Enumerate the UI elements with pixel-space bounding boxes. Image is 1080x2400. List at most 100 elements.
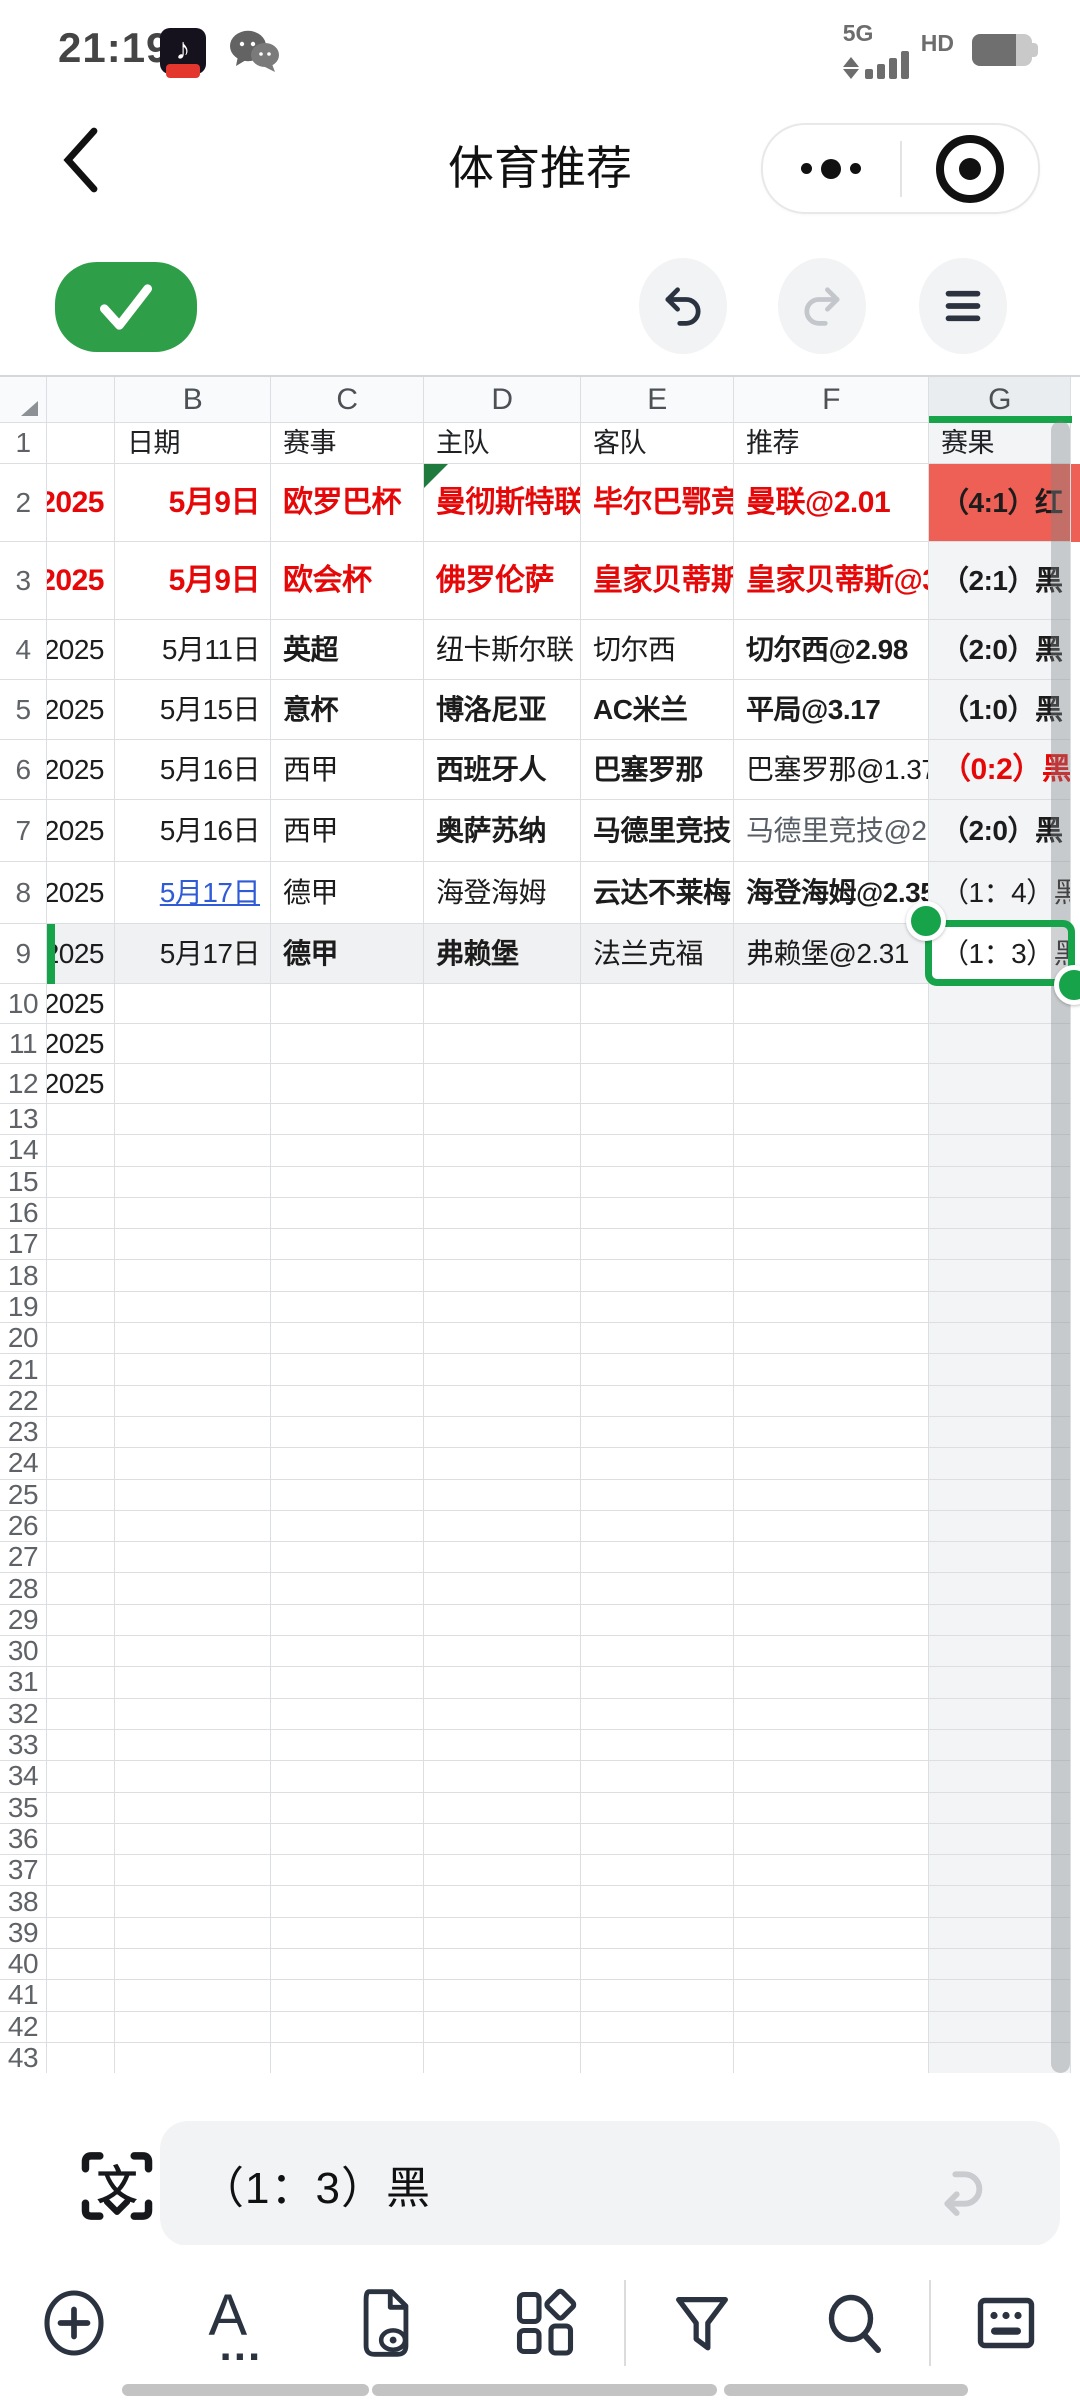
cell-D21[interactable] xyxy=(424,1354,581,1386)
cell-E39[interactable] xyxy=(581,1917,734,1950)
cell-A9[interactable]: 2025 xyxy=(47,924,115,984)
cell-D28[interactable] xyxy=(424,1573,581,1605)
cell-G11[interactable] xyxy=(929,1024,1071,1064)
column-header-C[interactable]: C xyxy=(271,377,424,423)
row-number-27[interactable]: 27 xyxy=(0,1542,47,1574)
cell-F26[interactable] xyxy=(734,1510,929,1543)
row-number-15[interactable]: 15 xyxy=(0,1166,47,1198)
row-number-14[interactable]: 14 xyxy=(0,1135,47,1167)
vertical-scrollbar[interactable] xyxy=(1051,421,1070,2073)
cell-D3[interactable]: 佛罗伦萨 xyxy=(424,542,581,620)
cell-B35[interactable] xyxy=(115,1792,271,1824)
cell-G40[interactable] xyxy=(929,1949,1071,1981)
cell-A16[interactable] xyxy=(47,1197,115,1230)
cell-G15[interactable] xyxy=(929,1166,1071,1198)
cell-B42[interactable] xyxy=(115,2011,271,2043)
cell-D39[interactable] xyxy=(424,1917,581,1950)
cell-C7[interactable]: 西甲 xyxy=(271,800,424,862)
row-number-33[interactable]: 33 xyxy=(0,1729,47,1762)
cell-B9[interactable]: 5月17日 xyxy=(115,924,271,984)
cell-F19[interactable] xyxy=(734,1291,929,1324)
filter-button[interactable] xyxy=(626,2263,778,2383)
cell-G41[interactable] xyxy=(929,1980,1071,2012)
cell-B23[interactable] xyxy=(115,1416,271,1449)
cell-C42[interactable] xyxy=(271,2011,424,2043)
cell-G6[interactable]: （0:2）黑 xyxy=(929,740,1071,800)
cell-C8[interactable]: 德甲 xyxy=(271,862,424,924)
cell-D31[interactable] xyxy=(424,1667,581,1699)
cell-E9[interactable]: 法兰克福 xyxy=(581,924,734,984)
cell-B43[interactable] xyxy=(115,2042,271,2075)
row-number-22[interactable]: 22 xyxy=(0,1385,47,1417)
cell-F35[interactable] xyxy=(734,1792,929,1824)
cell-F22[interactable] xyxy=(734,1385,929,1417)
more-button[interactable] xyxy=(763,125,900,212)
cell-D40[interactable] xyxy=(424,1949,581,1981)
cell-G30[interactable] xyxy=(929,1636,1071,1668)
cell-D35[interactable] xyxy=(424,1792,581,1824)
cell-A7[interactable]: 2025 xyxy=(47,800,115,862)
cell-A13[interactable] xyxy=(47,1104,115,1136)
cell-F13[interactable] xyxy=(734,1104,929,1136)
cell-A33[interactable] xyxy=(47,1729,115,1762)
cell-D2[interactable]: 曼彻斯特联 xyxy=(424,464,581,542)
cell-A6[interactable]: 2025 xyxy=(47,740,115,800)
confirm-button[interactable] xyxy=(55,262,197,352)
cell-E11[interactable] xyxy=(581,1024,734,1064)
cell-D38[interactable] xyxy=(424,1886,581,1918)
cell-E2[interactable]: 毕尔巴鄂竞技 xyxy=(581,464,734,542)
cell-F33[interactable] xyxy=(734,1729,929,1762)
cell-A22[interactable] xyxy=(47,1385,115,1417)
cell-C37[interactable] xyxy=(271,1855,424,1887)
cell-C33[interactable] xyxy=(271,1729,424,1762)
cell-F43[interactable] xyxy=(734,2042,929,2075)
cell-A43[interactable] xyxy=(47,2042,115,2075)
cell-B19[interactable] xyxy=(115,1291,271,1324)
cell-G18[interactable] xyxy=(929,1260,1071,1292)
cell-B14[interactable] xyxy=(115,1135,271,1167)
cell-C35[interactable] xyxy=(271,1792,424,1824)
cell-G39[interactable] xyxy=(929,1917,1071,1950)
cell-C23[interactable] xyxy=(271,1416,424,1449)
cell-D9[interactable]: 弗赖堡 xyxy=(424,924,581,984)
cell-A27[interactable] xyxy=(47,1542,115,1574)
search-button[interactable] xyxy=(778,2263,930,2383)
cell-D29[interactable] xyxy=(424,1604,581,1637)
cell-B1[interactable]: 日期 xyxy=(115,423,271,464)
cell-F42[interactable] xyxy=(734,2011,929,2043)
row-number-2[interactable]: 2 xyxy=(0,464,47,542)
cell-B32[interactable] xyxy=(115,1698,271,1730)
cell-C28[interactable] xyxy=(271,1573,424,1605)
cell-E16[interactable] xyxy=(581,1197,734,1230)
cell-D20[interactable] xyxy=(424,1323,581,1355)
cell-B25[interactable] xyxy=(115,1479,271,1511)
cell-G10[interactable] xyxy=(929,984,1071,1024)
cell-F38[interactable] xyxy=(734,1886,929,1918)
cell-E5[interactable]: AC米兰 xyxy=(581,680,734,740)
cell-G22[interactable] xyxy=(929,1385,1071,1417)
cell-C16[interactable] xyxy=(271,1197,424,1230)
cell-F8[interactable]: 海登海姆@2.35 xyxy=(734,862,929,924)
row-number-20[interactable]: 20 xyxy=(0,1323,47,1355)
cell-F9[interactable]: 弗赖堡@2.31 xyxy=(734,924,929,984)
cell-E14[interactable] xyxy=(581,1135,734,1167)
cell-F34[interactable] xyxy=(734,1761,929,1793)
row-number-16[interactable]: 16 xyxy=(0,1197,47,1230)
cell-A38[interactable] xyxy=(47,1886,115,1918)
cell-G23[interactable] xyxy=(929,1416,1071,1449)
cell-F27[interactable] xyxy=(734,1542,929,1574)
cell-value-input[interactable]: （1：3）黑 xyxy=(160,2121,1060,2246)
cell-A23[interactable] xyxy=(47,1416,115,1449)
cell-F12[interactable] xyxy=(734,1064,929,1104)
cell-D11[interactable] xyxy=(424,1024,581,1064)
cell-D30[interactable] xyxy=(424,1636,581,1668)
cell-C36[interactable] xyxy=(271,1823,424,1856)
cell-A32[interactable] xyxy=(47,1698,115,1730)
cell-A17[interactable] xyxy=(47,1229,115,1261)
column-header-A[interactable] xyxy=(47,377,115,423)
cell-B29[interactable] xyxy=(115,1604,271,1637)
cell-C11[interactable] xyxy=(271,1024,424,1064)
cell-E21[interactable] xyxy=(581,1354,734,1386)
cell-F30[interactable] xyxy=(734,1636,929,1668)
column-header-B[interactable]: B xyxy=(115,377,271,423)
